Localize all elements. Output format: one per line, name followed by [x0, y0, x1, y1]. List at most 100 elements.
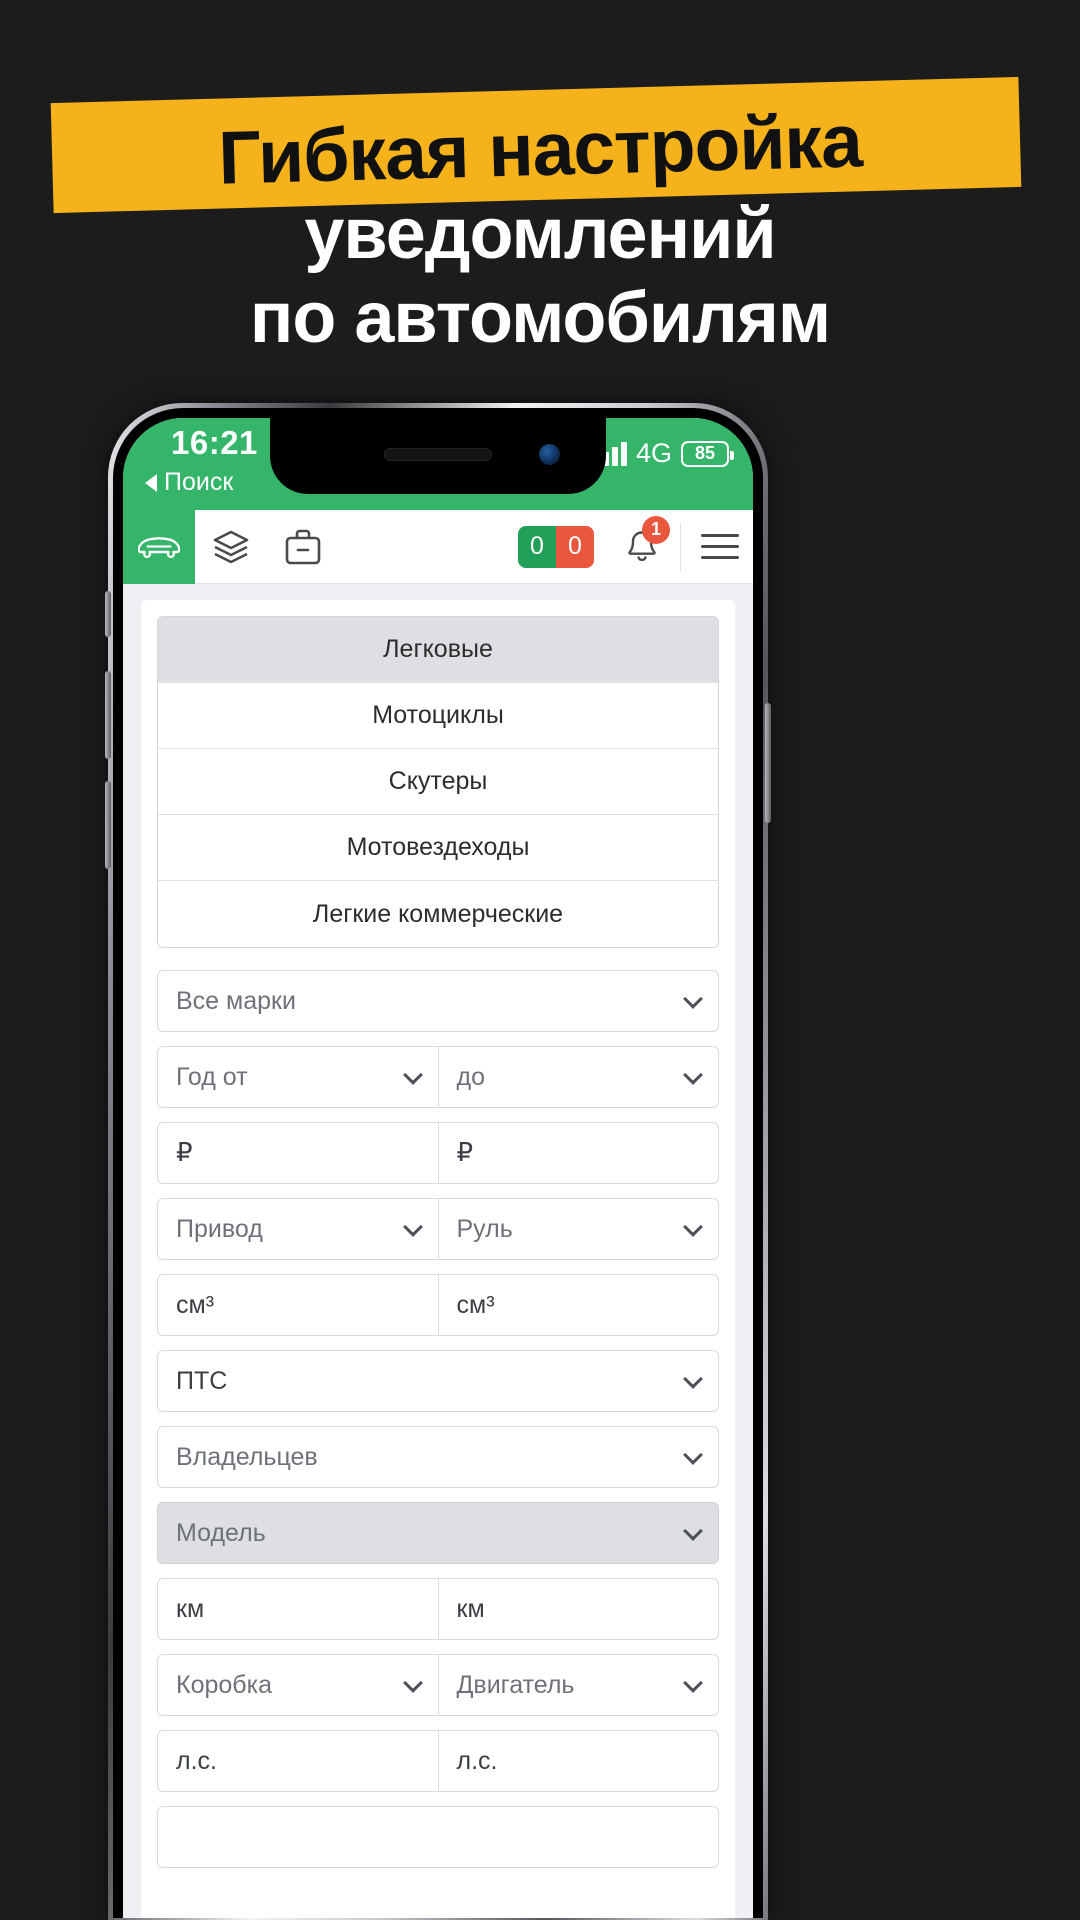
row-drive-wheel: Привод Руль — [157, 1198, 719, 1260]
chevron-down-icon — [683, 1445, 703, 1465]
wheel-select-value: Руль — [456, 1214, 513, 1243]
engine-select-value: Двигатель — [456, 1670, 575, 1699]
price-to-input[interactable]: ₽ — [438, 1122, 719, 1184]
chevron-down-icon — [683, 1217, 703, 1237]
promo-screenshot: Гибкая настройка уведомлений по автомоби… — [0, 0, 1080, 1920]
vehicle-type-option-motorcycles[interactable]: Мотоциклы — [158, 683, 718, 749]
phone-mockup: 16:21 Поиск 4G 85 0 0 1 Легковые Мотоцик… — [105, 403, 771, 1920]
row-gearbox-engine: Коробка Двигатель — [157, 1654, 719, 1716]
gearbox-select-value: Коробка — [176, 1670, 272, 1699]
car-icon — [138, 536, 180, 558]
front-camera — [539, 444, 560, 465]
model-select-value: Модель — [176, 1518, 266, 1547]
status-bar-indicators: 4G 85 — [593, 438, 734, 469]
network-type-label: 4G — [635, 438, 672, 468]
mileage-to-input[interactable]: км — [438, 1578, 719, 1640]
tab-cars[interactable] — [123, 509, 195, 584]
battery-percentage: 85 — [694, 443, 716, 463]
phone-volume-up-button — [105, 671, 111, 759]
tab-catalog[interactable] — [195, 510, 267, 584]
menu-button[interactable] — [687, 510, 753, 584]
brand-select[interactable]: Все марки — [157, 970, 719, 1032]
status-bar-clock: 16:21 — [171, 424, 258, 461]
phone-bezel: 16:21 Поиск 4G 85 0 0 1 Легковые Мотоцик… — [113, 408, 763, 1918]
gearbox-select[interactable]: Коробка — [157, 1654, 439, 1716]
vehicle-type-option-scooters[interactable]: Скутеры — [158, 749, 718, 815]
row-power: л.с. л.с. — [157, 1730, 719, 1792]
volume-from-input[interactable]: см³ — [157, 1274, 439, 1336]
promo-headline-line-2: уведомлений — [304, 194, 776, 274]
pts-select[interactable]: ПТС — [157, 1350, 719, 1412]
vehicle-type-option-atv[interactable]: Мотовездеходы — [158, 815, 718, 881]
status-bar-back-to-app[interactable]: Поиск — [145, 468, 233, 497]
vehicle-type-option-light-commercial[interactable]: Легкие коммерческие — [158, 881, 718, 947]
row-engine-volume: см³ см³ — [157, 1274, 719, 1336]
filter-card: Легковые Мотоциклы Скутеры Мотовездеходы… — [141, 600, 735, 1918]
brand-select-value: Все марки — [176, 986, 296, 1015]
tab-briefcase[interactable] — [267, 510, 339, 584]
mileage-from-unit: км — [176, 1594, 205, 1623]
chevron-down-icon — [683, 989, 703, 1009]
row-model: Модель — [157, 1502, 719, 1564]
filter-screen: Легковые Мотоциклы Скутеры Мотовездеходы… — [123, 584, 753, 1918]
owners-select-value: Владельцев — [176, 1442, 318, 1471]
row-brand: Все марки — [157, 970, 719, 1032]
promo-headline-line-3: по автомобилям — [249, 278, 831, 358]
chevron-down-icon — [402, 1217, 423, 1237]
chevron-down-icon — [683, 1521, 703, 1541]
notifications-badge: 1 — [642, 515, 670, 544]
engine-select[interactable]: Двигатель — [438, 1654, 719, 1716]
phone-mute-switch — [105, 591, 111, 637]
counter-active: 0 — [518, 525, 556, 568]
layers-icon — [213, 530, 249, 563]
drive-select[interactable]: Привод — [157, 1198, 439, 1260]
mileage-to-unit: км — [456, 1594, 485, 1623]
hamburger-menu-icon-line-3 — [701, 556, 739, 559]
chevron-down-icon — [683, 1369, 703, 1389]
owners-select[interactable]: Владельцев — [157, 1426, 719, 1488]
hamburger-menu-icon-line-1 — [701, 534, 739, 537]
power-from-input[interactable]: л.с. — [157, 1730, 439, 1792]
status-bar-back-label: Поиск — [164, 468, 234, 496]
pts-select-value: ПТС — [176, 1366, 228, 1395]
row-next-partial — [157, 1806, 719, 1868]
chevron-down-icon — [402, 1065, 423, 1085]
toolbar-divider — [680, 522, 681, 571]
row-year: Год от до — [157, 1046, 719, 1108]
counter-badges[interactable]: 0 0 — [518, 525, 594, 568]
chevron-down-icon — [683, 1673, 703, 1693]
price-to-currency: ₽ — [456, 1138, 474, 1167]
notifications-button[interactable]: 1 — [610, 510, 674, 584]
price-from-currency: ₽ — [176, 1138, 193, 1167]
app-toolbar: 0 0 1 — [123, 509, 753, 584]
year-from-select[interactable]: Год от — [157, 1046, 439, 1108]
counter-alerts: 0 — [556, 525, 594, 568]
power-from-unit: л.с. — [176, 1746, 217, 1775]
phone-notch — [270, 418, 606, 494]
volume-to-unit: см³ — [456, 1290, 495, 1319]
mileage-from-input[interactable]: км — [157, 1578, 439, 1640]
battery-icon: 85 — [681, 440, 734, 467]
ios-status-bar: 16:21 Поиск 4G 85 — [123, 418, 753, 510]
volume-to-input[interactable]: см³ — [438, 1274, 719, 1336]
year-from-value: Год от — [176, 1062, 248, 1091]
row-mileage: км км — [157, 1578, 719, 1640]
year-to-select[interactable]: до — [438, 1046, 719, 1108]
power-to-input[interactable]: л.с. — [438, 1730, 719, 1792]
chevron-down-icon — [402, 1673, 423, 1693]
vehicle-type-option-cars[interactable]: Легковые — [158, 617, 718, 683]
row-price: ₽ ₽ — [157, 1122, 719, 1184]
wheel-select[interactable]: Руль — [438, 1198, 719, 1260]
vehicle-type-list: Легковые Мотоциклы Скутеры Мотовездеходы… — [157, 616, 719, 948]
back-arrow-icon — [145, 473, 157, 492]
volume-from-unit: см³ — [176, 1290, 215, 1319]
phone-power-button — [765, 703, 771, 823]
model-select[interactable]: Модель — [157, 1502, 719, 1564]
next-field-partial[interactable] — [157, 1806, 719, 1868]
earpiece-speaker — [384, 448, 492, 461]
briefcase-icon — [285, 529, 321, 564]
row-pts: ПТС — [157, 1350, 719, 1412]
chevron-down-icon — [683, 1065, 703, 1085]
drive-select-value: Привод — [176, 1214, 263, 1243]
price-from-input[interactable]: ₽ — [157, 1122, 439, 1184]
